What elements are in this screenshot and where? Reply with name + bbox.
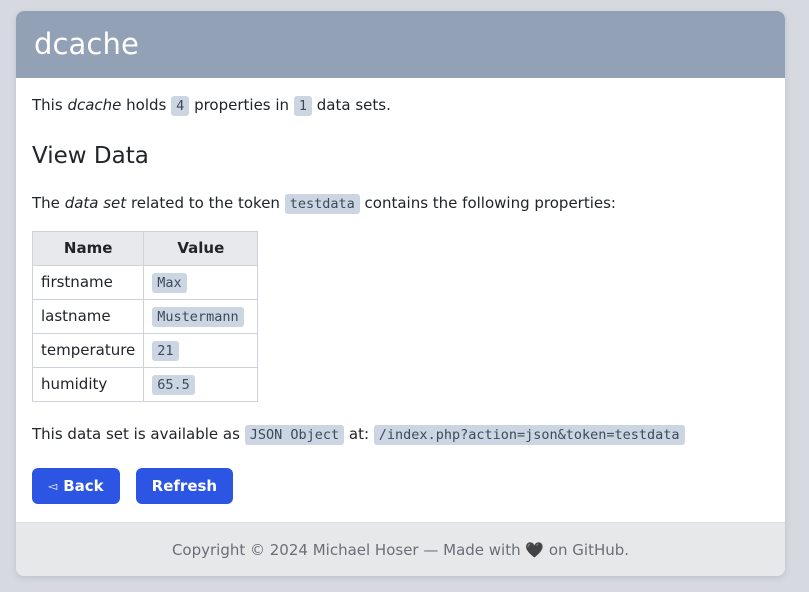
cell-property-name: firstname <box>31 264 145 300</box>
heart-icon: 🖤 <box>525 540 545 559</box>
json-url-link[interactable]: /index.php?action=json&token=testdata <box>373 424 685 445</box>
availability-prefix: This data set is available as <box>32 424 240 443</box>
token-badge: testdata <box>284 194 360 215</box>
summary-mid2: properties in <box>194 96 290 114</box>
footer-copyright: Copyright © 2024 Michael Hoser — Made wi… <box>171 540 521 559</box>
footer-github-text: on GitHub. <box>548 540 630 559</box>
cell-property-value: 65.5 <box>143 366 259 402</box>
column-header-value: Value <box>143 230 259 266</box>
properties-table: Name Value firstname Max lastname Muster… <box>31 230 259 402</box>
table-row: firstname Max <box>31 264 259 300</box>
cell-property-value: 21 <box>143 332 259 368</box>
value-badge: Max <box>152 273 187 294</box>
cell-property-name: humidity <box>31 366 145 402</box>
button-row: ◅ Back Refresh <box>32 468 769 505</box>
back-button-label: Back <box>63 477 104 496</box>
value-badge: Mustermann <box>152 307 244 328</box>
table-head: Name Value <box>31 230 259 266</box>
refresh-button[interactable]: Refresh <box>135 468 234 505</box>
json-url-badge: /index.php?action=json&token=testdata <box>373 424 685 445</box>
table-row: lastname Mustermann <box>31 298 259 334</box>
desc-italic-dataset: data set <box>64 194 127 213</box>
table-row: humidity 65.5 <box>31 366 259 402</box>
desc-prefix: The <box>32 194 60 213</box>
section-heading: View Data <box>32 142 149 169</box>
summary-mid1: holds <box>126 96 167 114</box>
availability-mid: at: <box>348 424 370 443</box>
summary-suffix: data sets. <box>316 96 391 114</box>
arrow-left-icon: ◅ <box>48 479 58 494</box>
json-object-link[interactable]: JSON Object <box>244 424 345 445</box>
desc-suffix: contains the following properties: <box>364 194 616 213</box>
cell-property-name: temperature <box>31 332 145 368</box>
table-row: temperature 21 <box>31 332 259 368</box>
refresh-button-label: Refresh <box>151 477 218 496</box>
table-body: firstname Max lastname Mustermann temper… <box>31 264 259 402</box>
json-format-badge: JSON Object <box>244 424 345 445</box>
availability-line: This data set is available as JSON Objec… <box>32 422 769 447</box>
column-header-name: Name <box>31 230 145 266</box>
summary-prefix: This <box>32 96 63 114</box>
desc-mid: related to the token <box>130 194 280 213</box>
cell-property-value: Mustermann <box>143 298 259 334</box>
back-button[interactable]: ◅ Back <box>32 468 120 505</box>
main-card: dcache This dcache holds 4 properties in… <box>16 11 785 577</box>
page-title: dcache <box>34 27 139 61</box>
cell-property-value: Max <box>143 264 259 300</box>
table-header-row: Name Value <box>31 230 259 266</box>
properties-count-badge: 4 <box>171 96 190 116</box>
card-body: This dcache holds 4 properties in 1 data… <box>16 78 785 523</box>
card-footer: Copyright © 2024 Michael Hoser — Made wi… <box>16 522 785 577</box>
cell-property-name: lastname <box>31 298 145 334</box>
summary-app-name: dcache <box>67 96 122 114</box>
card-header: dcache <box>16 11 785 78</box>
footer-text: Copyright © 2024 Michael Hoser — Made wi… <box>172 541 629 559</box>
datasets-count-badge: 1 <box>293 96 312 116</box>
dataset-description: The data set related to the token testda… <box>32 192 769 215</box>
value-badge: 65.5 <box>152 375 195 396</box>
value-badge: 21 <box>152 341 179 362</box>
page-root: dcache This dcache holds 4 properties in… <box>0 0 809 592</box>
summary-line: This dcache holds 4 properties in 1 data… <box>32 94 769 117</box>
